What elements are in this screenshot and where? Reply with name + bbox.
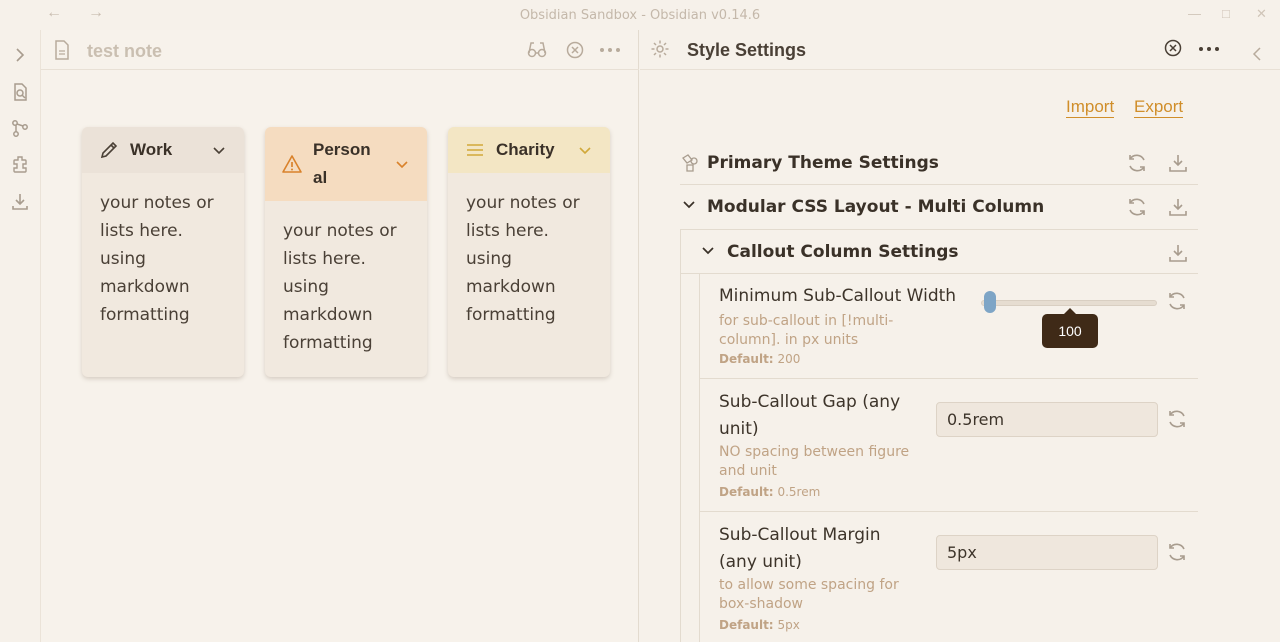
export-download-icon[interactable] — [1167, 242, 1189, 264]
quick-switcher-icon[interactable] — [10, 82, 30, 102]
minimize-icon[interactable]: — — [1188, 6, 1201, 21]
slider-tooltip: 100 — [1042, 308, 1098, 348]
pencil-icon — [100, 141, 118, 159]
note-header: test note — [41, 30, 639, 70]
close-window-icon[interactable]: ✕ — [1256, 6, 1267, 22]
setting-name: Minimum Sub-Callout Width — [719, 286, 957, 306]
callout-title: Charity — [496, 140, 555, 159]
divider — [680, 230, 681, 642]
title-bar: ← → Obsidian Sandbox - Obsidian v0.14.6 … — [0, 0, 1280, 30]
chevron-down-icon[interactable] — [395, 157, 409, 171]
setting-min-subcallout-width: Minimum Sub-Callout Width for sub-callou… — [699, 274, 1198, 379]
export-link[interactable]: Export — [1134, 97, 1184, 118]
setting-description: to allow some spacing for box-shadow — [719, 577, 899, 612]
margin-input[interactable]: 5px — [936, 535, 1158, 570]
setting-default: Default: 200 — [719, 352, 801, 366]
section-primary-theme[interactable]: Primary Theme Settings — [680, 143, 1198, 185]
expand-sidebar-icon[interactable] — [10, 45, 30, 65]
list-icon — [467, 144, 483, 156]
left-ribbon — [0, 30, 41, 642]
gear-icon — [651, 40, 669, 58]
callout-body: your notes or lists here. using markdown… — [283, 221, 397, 353]
slider-thumb[interactable] — [984, 291, 996, 313]
setting-default: Default: 5px — [719, 618, 800, 632]
theme-shapes-icon — [682, 154, 698, 172]
reading-mode-icon[interactable] — [527, 40, 547, 60]
collapse-right-sidebar-icon[interactable] — [1251, 46, 1265, 62]
section-callout-column[interactable]: Callout Column Settings — [681, 230, 1198, 274]
reset-icon[interactable] — [1166, 541, 1188, 563]
section-label: Callout Column Settings — [727, 242, 959, 262]
download-icon[interactable] — [10, 191, 30, 211]
setting-default: Default: 0.5rem — [719, 485, 821, 499]
settings-title: Style Settings — [687, 40, 807, 60]
graph-view-icon[interactable] — [10, 118, 30, 138]
setting-subcallout-gap: Sub-Callout Gap (any unit) NO spacing be… — [699, 379, 1198, 512]
reset-icon[interactable] — [1166, 408, 1188, 430]
callout-header[interactable]: Charity — [448, 127, 610, 173]
callout-title: Work — [130, 140, 173, 159]
gap-input[interactable]: 0.5rem — [936, 402, 1158, 437]
callout-header[interactable]: Person al — [265, 127, 427, 201]
callout-card-charity[interactable]: Charity your notes or lists here. using … — [448, 127, 610, 377]
window-title: Obsidian Sandbox - Obsidian v0.14.6 — [519, 8, 761, 23]
reset-icon[interactable] — [1126, 196, 1148, 218]
chevron-down-icon[interactable] — [212, 143, 226, 157]
import-link[interactable]: Import — [1066, 97, 1115, 118]
callout-card-work[interactable]: Work your notes or lists here. using mar… — [82, 127, 244, 377]
maximize-icon[interactable]: □ — [1222, 6, 1230, 21]
file-icon — [55, 40, 69, 60]
more-options-icon[interactable] — [1198, 44, 1220, 54]
section-label: Primary Theme Settings — [707, 153, 939, 173]
callout-card-personal[interactable]: Person al your notes or lists here. usin… — [265, 127, 427, 377]
warning-icon — [282, 155, 302, 173]
note-title[interactable]: test note — [87, 41, 162, 62]
more-options-icon[interactable] — [599, 45, 621, 55]
callout-body: your notes or lists here. using markdown… — [100, 193, 214, 325]
setting-subcallout-margin: Sub-Callout Margin (any unit) to allow s… — [699, 512, 1198, 642]
chevron-down-icon[interactable] — [578, 143, 592, 157]
setting-description: NO spacing between figure and unit — [719, 444, 910, 479]
close-pane-icon[interactable] — [1163, 38, 1183, 58]
min-width-slider[interactable] — [981, 300, 1157, 306]
callout-header[interactable]: Work — [82, 127, 244, 173]
export-download-icon[interactable] — [1167, 196, 1189, 218]
callout-body: your notes or lists here. using markdown… — [466, 193, 580, 325]
plugin-icon[interactable] — [10, 154, 30, 174]
setting-name: Sub-Callout Margin (any unit) — [719, 525, 881, 572]
section-modular-css[interactable]: Modular CSS Layout - Multi Column — [680, 185, 1198, 230]
chevron-down-icon[interactable] — [701, 243, 715, 257]
reset-icon[interactable] — [1126, 152, 1148, 174]
export-download-icon[interactable] — [1167, 152, 1189, 174]
style-settings-pane: Style Settings Import Export Primary The… — [640, 30, 1280, 642]
close-pane-icon[interactable] — [565, 40, 585, 60]
note-pane: test note Work your notes or lists here.… — [41, 30, 639, 642]
section-label: Modular CSS Layout - Multi Column — [707, 197, 1045, 217]
setting-name: Sub-Callout Gap (any unit) — [719, 392, 901, 439]
callout-title: Person al — [313, 140, 371, 187]
setting-description: for sub-callout in [!multi-column]. in p… — [719, 313, 894, 348]
chevron-down-icon[interactable] — [682, 197, 696, 211]
reset-icon[interactable] — [1166, 290, 1188, 312]
settings-header: Style Settings — [640, 30, 1280, 70]
